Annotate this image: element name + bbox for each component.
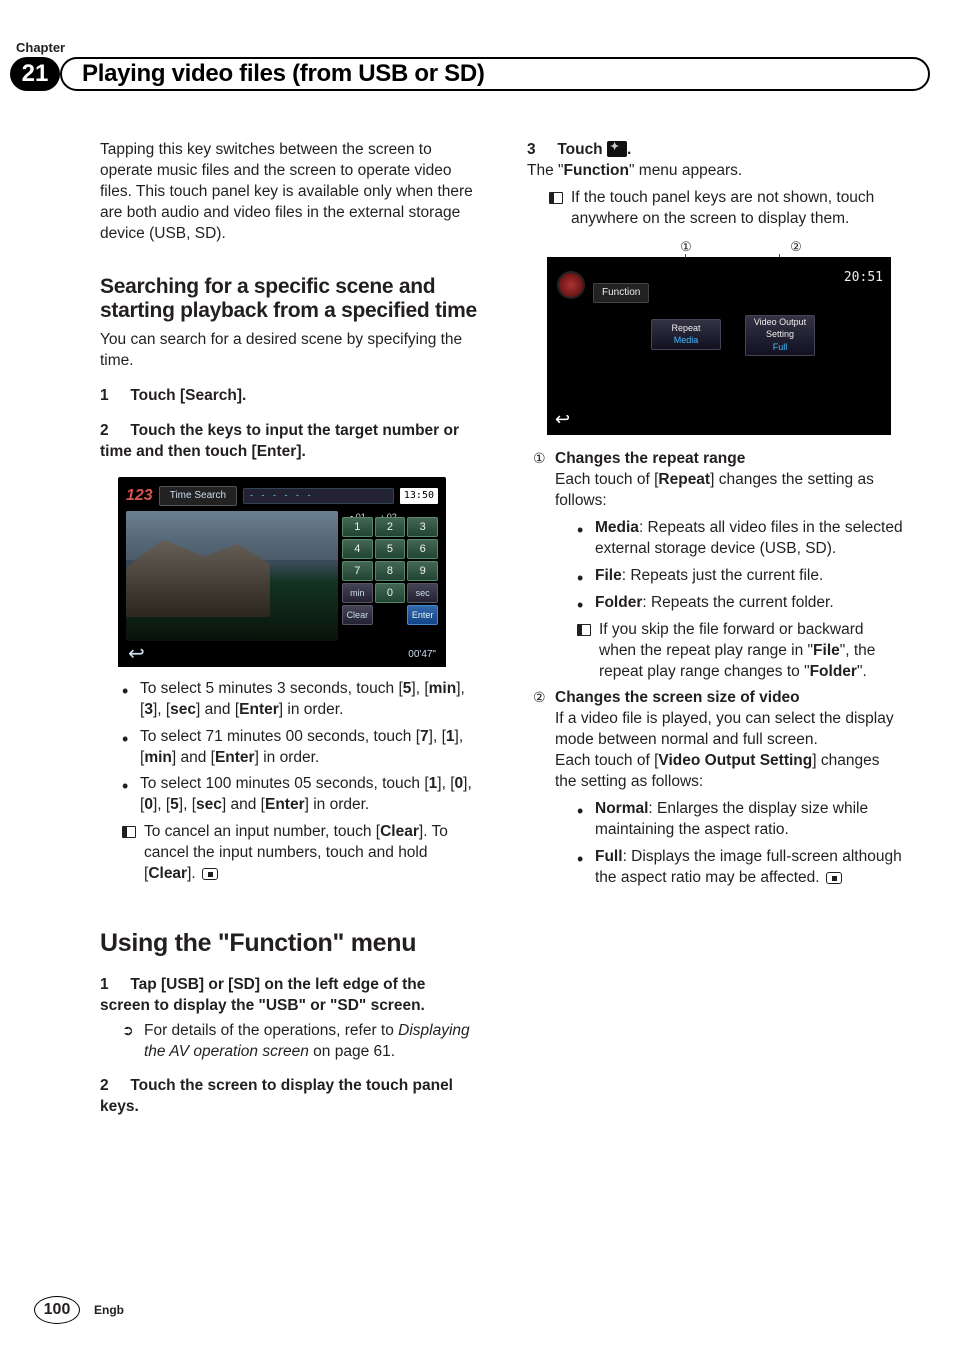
figure-time-search: 123 Time Search - - - - - - 13:50 ▪ 01 ♪… (118, 477, 477, 667)
key-clear[interactable]: Clear (342, 605, 373, 625)
explain-2: ② Changes the screen size of video If a … (533, 688, 904, 888)
explain-1: ① Changes the repeat range Each touch of… (533, 449, 904, 682)
end-mark-icon (202, 868, 218, 880)
language-code: Engb (94, 1303, 124, 1317)
step-1: 1 Touch [Search]. (100, 386, 477, 407)
key-4[interactable]: 4 (342, 539, 373, 559)
key-6[interactable]: 6 (407, 539, 438, 559)
callout-2: ② (787, 238, 805, 256)
key-5[interactable]: 5 (375, 539, 406, 559)
chapter-label: Chapter (16, 40, 65, 55)
fig1-title: Time Search (159, 486, 237, 506)
fig2-gear-icon (557, 271, 585, 299)
function-icon (607, 141, 627, 157)
touch-note: If the touch panel keys are not shown, t… (549, 188, 904, 230)
function-appears: The "Function" menu appears. (527, 161, 904, 182)
key-enter[interactable]: Enter (407, 605, 438, 625)
repeat-button[interactable]: Repeat Media (651, 319, 721, 349)
key-9[interactable]: 9 (407, 561, 438, 581)
callout-1: ① (677, 238, 695, 256)
key-1[interactable]: 1 (342, 517, 373, 537)
chapter-number: 21 (10, 57, 60, 91)
step-2: 2 Touch the keys to input the target num… (100, 421, 477, 463)
key-8[interactable]: 8 (375, 561, 406, 581)
fig1-keypad: 1 2 3 4 5 6 7 8 9 min 0 sec Clear Enter (342, 517, 438, 625)
cancel-note: To cancel an input number, touch [Clear]… (122, 822, 477, 885)
time-examples: To select 5 minutes 3 seconds, touch [5]… (122, 679, 477, 817)
left-column: Tapping this key switches between the sc… (100, 140, 477, 1118)
intro-paragraph: Tapping this key switches between the sc… (100, 140, 477, 245)
func-step-1: 1 Tap [USB] or [SD] on the left edge of … (100, 975, 477, 1017)
key-7[interactable]: 7 (342, 561, 373, 581)
key-min[interactable]: min (342, 583, 373, 603)
fig1-preview (126, 511, 338, 641)
fig1-back-icon[interactable]: ↩ (128, 641, 145, 668)
func-step-3: 3 Touch . (527, 140, 904, 161)
example-c: To select 100 minutes 05 seconds, touch … (122, 774, 477, 816)
func-step-2: 2 Touch the screen to display the touch … (100, 1076, 477, 1118)
figure-function-menu: ① ② Function 20:51 Repeat Media Video Ou… (547, 238, 891, 436)
fig1-elapsed: 00'47" (408, 648, 436, 662)
key-3[interactable]: 3 (407, 517, 438, 537)
page-footer: 100 Engb (34, 1296, 124, 1324)
video-output-button[interactable]: Video OutputSetting Full (745, 315, 815, 355)
end-mark-icon (826, 872, 842, 884)
key-0[interactable]: 0 (375, 583, 406, 603)
fig1-clock: 13:50 (400, 488, 438, 504)
reference-note: For details of the operations, refer to … (122, 1021, 477, 1063)
function-menu-heading: Using the "Function" menu (100, 927, 477, 961)
fig2-clock: 20:51 (844, 269, 883, 287)
example-b: To select 71 minutes 00 seconds, touch [… (122, 727, 477, 769)
key-2[interactable]: 2 (375, 517, 406, 537)
search-heading: Searching for a specific scene and start… (100, 275, 477, 325)
search-body: You can search for a desired scene by sp… (100, 330, 477, 372)
fig2-title: Function (593, 283, 649, 303)
chapter-title: Playing video files (from USB or SD) (60, 57, 930, 91)
example-a: To select 5 minutes 3 seconds, touch [5]… (122, 679, 477, 721)
right-column: 3 Touch . The "Function" menu appears. I… (527, 140, 904, 1118)
page-number: 100 (34, 1296, 80, 1324)
fig1-logo: 123 (126, 485, 153, 507)
explain-list: ① Changes the repeat range Each touch of… (533, 449, 904, 889)
fig1-input: - - - - - - (243, 488, 394, 504)
fig2-back-icon[interactable]: ↩ (555, 407, 570, 431)
key-sec[interactable]: sec (407, 583, 438, 603)
